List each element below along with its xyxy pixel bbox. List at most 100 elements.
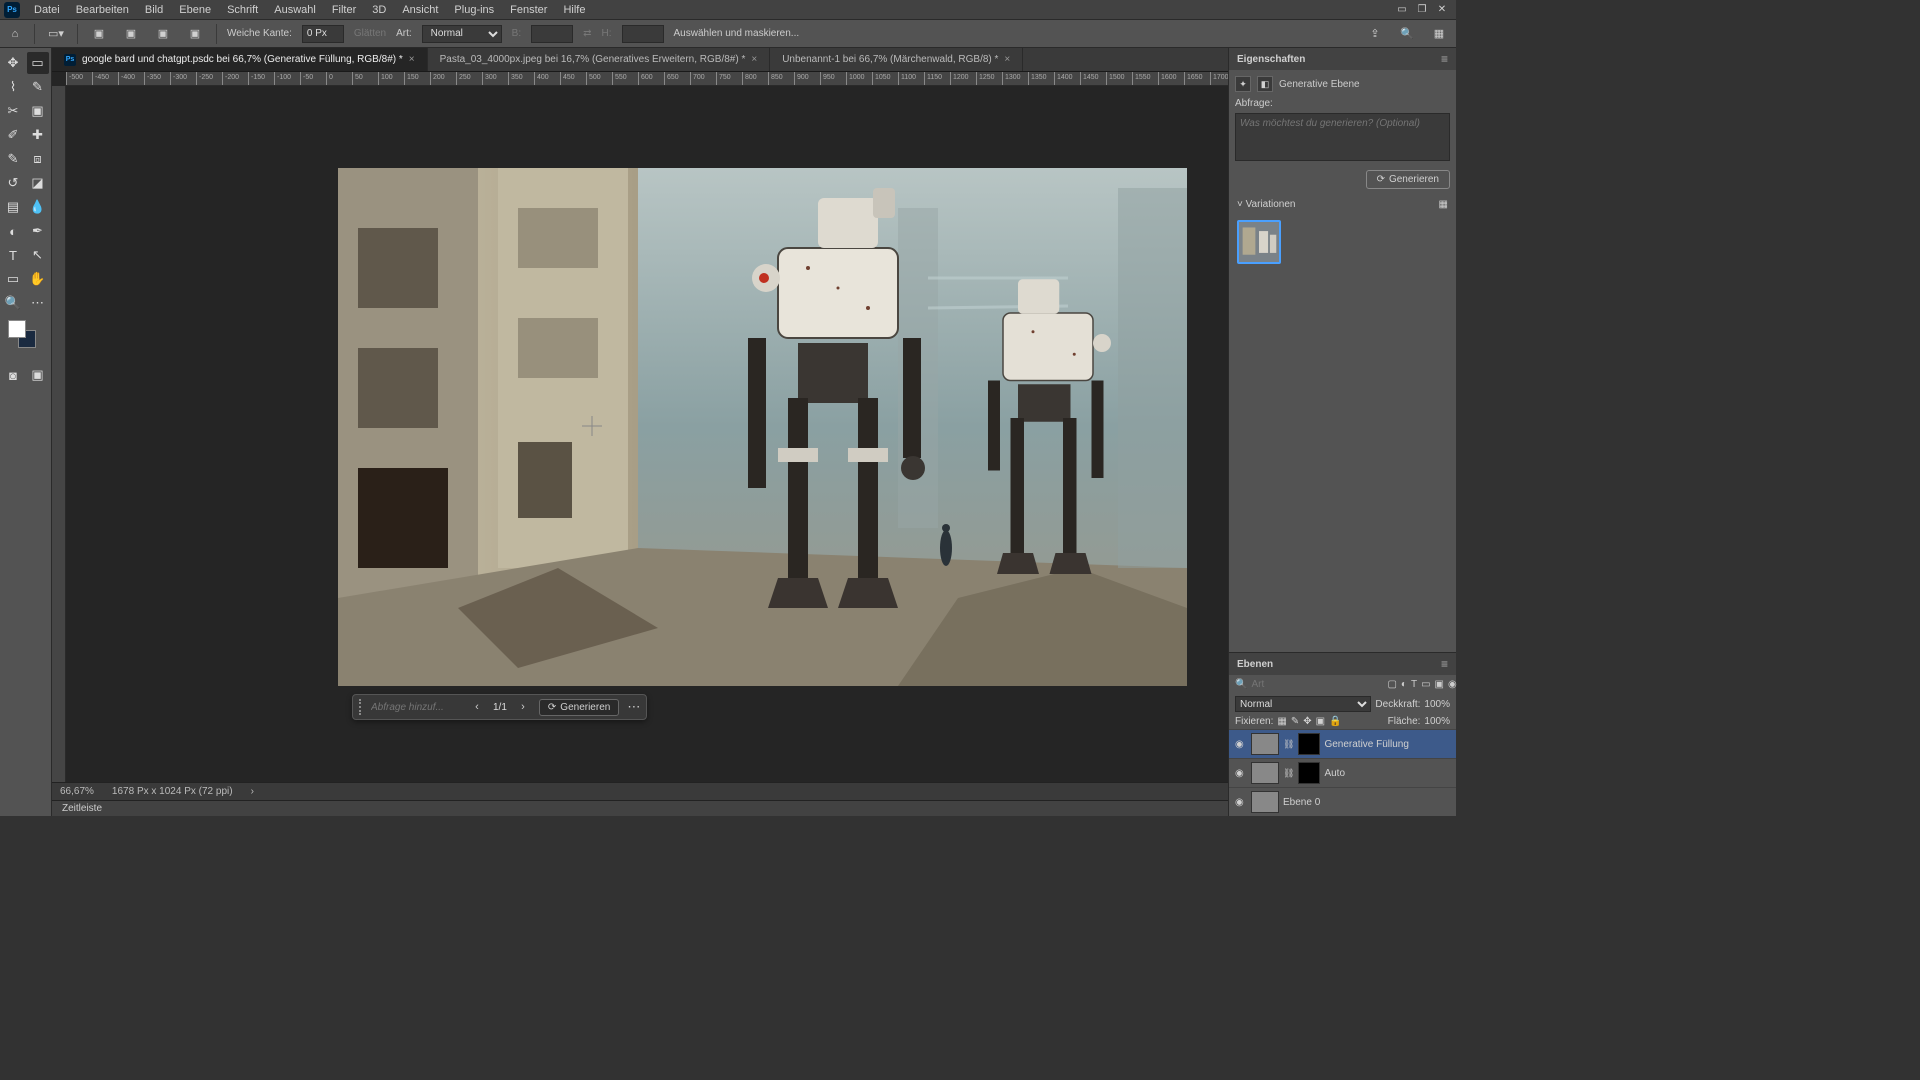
window-close[interactable]: ✕ xyxy=(1432,2,1452,18)
screenmode-tool[interactable]: ▣ xyxy=(27,364,49,386)
zoom-tool[interactable]: 🔍 xyxy=(2,292,24,314)
layers-search-icon[interactable]: 🔍 xyxy=(1235,679,1247,690)
share-icon[interactable]: ⇪ xyxy=(1364,23,1386,45)
contextual-taskbar[interactable]: ‹ 1/1 › ⟳Generieren ⋯ xyxy=(352,694,647,720)
layer-link-icon[interactable]: ⛓ xyxy=(1283,768,1294,779)
gradient-tool[interactable]: ▤ xyxy=(2,196,24,218)
workspace-icon[interactable]: ▦ xyxy=(1428,23,1450,45)
taskbar-prompt-input[interactable] xyxy=(371,702,461,713)
doc-info[interactable]: 1678 Px x 1024 Px (72 ppi) xyxy=(112,786,233,797)
lock-all[interactable]: 🔒 xyxy=(1329,716,1341,727)
document-tab[interactable]: Unbenannt-1 bei 66,7% (Märchenwald, RGB/… xyxy=(770,48,1023,71)
layer-mask-thumbnail[interactable] xyxy=(1298,733,1320,755)
layer-row[interactable]: ◉ Ebene 0 xyxy=(1229,787,1456,816)
layers-filter-smart[interactable]: ▣ xyxy=(1435,679,1444,690)
menu-plug-ins[interactable]: Plug-ins xyxy=(446,2,502,18)
zoom-level[interactable]: 66,67% xyxy=(60,786,94,797)
menu-ansicht[interactable]: Ansicht xyxy=(394,2,446,18)
layer-visibility-icon[interactable]: ◉ xyxy=(1235,797,1247,808)
ruler-horizontal[interactable]: -500-450-400-350-300-250-200-150-100-500… xyxy=(66,72,1228,86)
menu-bild[interactable]: Bild xyxy=(137,2,171,18)
opacity-value[interactable]: 100% xyxy=(1424,699,1450,710)
move-tool[interactable]: ✥ xyxy=(2,52,24,74)
menu-hilfe[interactable]: Hilfe xyxy=(555,2,593,18)
window-minimize[interactable]: ▭ xyxy=(1392,2,1412,18)
taskbar-next[interactable]: › xyxy=(515,701,531,713)
layer-row[interactable]: ◉ ⛓ Auto xyxy=(1229,758,1456,787)
marquee-tool[interactable]: ▭ xyxy=(27,52,49,74)
selection-mode-subtract[interactable]: ▣ xyxy=(152,23,174,45)
brush-tool[interactable]: ✎ xyxy=(2,148,24,170)
dodge-tool[interactable]: ◐ xyxy=(2,220,24,242)
quick-select-tool[interactable]: ✎ xyxy=(27,76,49,98)
crop-tool[interactable]: ✂ xyxy=(2,100,24,122)
stamp-tool[interactable]: ⧈ xyxy=(27,148,49,170)
variations-toggle[interactable]: ˅ Variationen xyxy=(1237,199,1295,210)
tab-close-icon[interactable]: × xyxy=(1004,54,1010,65)
swap-dim-icon[interactable]: ⇄ xyxy=(583,28,591,39)
selection-mode-intersect[interactable]: ▣ xyxy=(184,23,206,45)
variation-thumb[interactable] xyxy=(1237,220,1281,264)
layer-row[interactable]: ◉⛓Generative Füllung xyxy=(1229,729,1456,758)
menu-filter[interactable]: Filter xyxy=(324,2,364,18)
style-select[interactable]: Normal xyxy=(422,25,502,43)
panel-menu-icon[interactable]: ≡ xyxy=(1441,52,1448,66)
taskbar-more-icon[interactable]: ⋯ xyxy=(627,699,640,715)
layers-filter-image[interactable]: ▢ xyxy=(1387,679,1396,690)
frame-tool[interactable]: ▣ xyxy=(27,100,49,122)
heal-tool[interactable]: ✚ xyxy=(27,124,49,146)
history-brush-tool[interactable]: ↺ xyxy=(2,172,24,194)
menu-datei[interactable]: Datei xyxy=(26,2,68,18)
lock-position[interactable]: ✥ xyxy=(1303,716,1311,727)
layers-panel-header[interactable]: Ebenen≡ xyxy=(1229,653,1456,675)
menu-auswahl[interactable]: Auswahl xyxy=(266,2,324,18)
eraser-tool[interactable]: ◪ xyxy=(27,172,49,194)
taskbar-prev[interactable]: ‹ xyxy=(469,701,485,713)
hand-tool[interactable]: ✋ xyxy=(27,268,49,290)
search-icon[interactable]: 🔍 xyxy=(1396,23,1418,45)
selection-mode-add[interactable]: ▣ xyxy=(120,23,142,45)
lock-paint[interactable]: ✎ xyxy=(1291,716,1299,727)
menu-schrift[interactable]: Schrift xyxy=(219,2,266,18)
menu-3d[interactable]: 3D xyxy=(364,2,394,18)
layer-name[interactable]: Ebene 0 xyxy=(1283,797,1450,808)
variations-grid-icon[interactable]: ▦ xyxy=(1439,199,1448,210)
layer-thumbnail[interactable] xyxy=(1251,762,1279,784)
width-input[interactable] xyxy=(531,25,573,43)
menu-ebene[interactable]: Ebene xyxy=(171,2,219,18)
layer-link-icon[interactable]: ⛓ xyxy=(1283,739,1294,750)
tab-close-icon[interactable]: × xyxy=(409,54,415,65)
shape-tool[interactable]: ▭ xyxy=(2,268,24,290)
document-tab[interactable]: Pasta_03_4000px.jpeg bei 16,7% (Generati… xyxy=(428,48,771,71)
tab-close-icon[interactable]: × xyxy=(751,54,757,65)
height-input[interactable] xyxy=(622,25,664,43)
window-restore[interactable]: ❐ xyxy=(1412,2,1432,18)
blend-mode-select[interactable]: Normal xyxy=(1235,696,1371,712)
blur-tool[interactable]: 💧 xyxy=(27,196,49,218)
layers-filter-type[interactable]: T xyxy=(1411,679,1417,690)
lock-artboard-nest[interactable]: ▣ xyxy=(1316,716,1325,727)
type-tool[interactable]: T xyxy=(2,244,24,266)
foreground-color[interactable] xyxy=(8,320,26,338)
layer-mask-thumbnail[interactable] xyxy=(1298,762,1320,784)
layer-name[interactable]: Generative Füllung xyxy=(1324,739,1450,750)
selection-mode-new[interactable]: ▣ xyxy=(88,23,110,45)
ruler-vertical[interactable] xyxy=(52,86,66,782)
layers-filter-adjust[interactable]: ◐ xyxy=(1401,679,1407,690)
lasso-tool[interactable]: ⌇ xyxy=(2,76,24,98)
edit-toolbar[interactable]: ⋯ xyxy=(27,292,49,314)
path-select-tool[interactable]: ↖ xyxy=(27,244,49,266)
layers-filter-toggle[interactable]: ◉ xyxy=(1448,679,1457,690)
document-tab[interactable]: Psgoogle bard und chatgpt.psdc bei 66,7%… xyxy=(52,48,428,71)
layers-filter-shape[interactable]: ▭ xyxy=(1421,679,1430,690)
layer-thumbnail[interactable] xyxy=(1251,733,1279,755)
layer-visibility-icon[interactable]: ◉ xyxy=(1235,768,1247,779)
layer-name[interactable]: Auto xyxy=(1324,768,1450,779)
menu-bearbeiten[interactable]: Bearbeiten xyxy=(68,2,137,18)
canvas[interactable]: ‹ 1/1 › ⟳Generieren ⋯ xyxy=(66,86,1228,782)
color-swatches[interactable] xyxy=(2,316,49,356)
feather-input[interactable] xyxy=(302,25,344,43)
prompt-textarea[interactable] xyxy=(1235,113,1450,161)
statusbar-chevron-icon[interactable]: › xyxy=(251,786,254,797)
eyedropper-tool[interactable]: ✐ xyxy=(2,124,24,146)
